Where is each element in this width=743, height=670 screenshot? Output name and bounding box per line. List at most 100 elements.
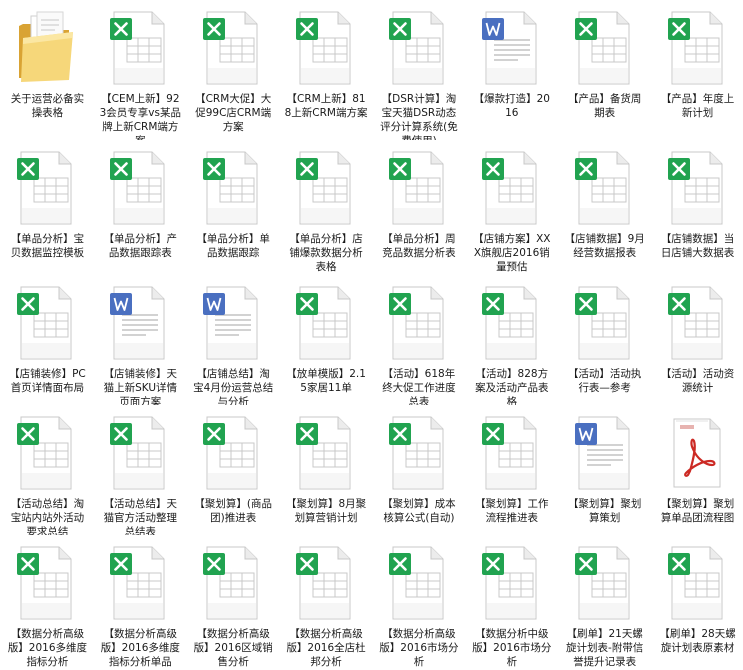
file-name: 【聚划算】(商品团)推进表 [194, 498, 272, 524]
file-name: 【活动总结】淘宝站内站外活动要求总结 [10, 498, 85, 535]
file-item-word[interactable]: 【聚划算】聚划算策划 [557, 405, 650, 535]
file-item-pdf[interactable]: 【聚划算】聚划算单品团流程图 [650, 405, 743, 535]
excel-icon [480, 413, 542, 491]
file-name: 【DSR计算】淘宝天猫DSR动态评分计算系统(免费使用) [380, 93, 458, 140]
file-name: 【数据分析高级版】2016多维度指标分析 [7, 628, 88, 668]
file-item-excel[interactable]: 【单品分析】产品数据跟踪表 [93, 140, 186, 275]
file-item-excel[interactable]: 【店铺数据】当日店铺大数据表 [650, 140, 743, 275]
excel-icon [666, 148, 728, 226]
excel-icon [108, 148, 170, 226]
file-item-excel[interactable]: 【放单模版】2.15家居11单 [279, 275, 372, 405]
file-name: 【刷单】21天螺旋计划表-附带信誉提升记录表 [566, 628, 644, 668]
word-icon [201, 283, 263, 361]
file-name: 【CEM上新】923会员专享vs某品牌上新CRM端方案 [99, 93, 181, 140]
file-item-excel[interactable]: 【数据分析高级版】2016全店杜邦分析 [279, 535, 372, 670]
file-name: 【单品分析】产品数据跟踪表 [103, 233, 178, 259]
file-item-excel[interactable]: 【CRM上新】818上新CRM端方案 [279, 0, 372, 140]
file-item-excel[interactable]: 【单品分析】周竞品数据分析表 [372, 140, 465, 275]
excel-icon [294, 8, 356, 86]
file-item-word[interactable]: 【爆款打造】2016 [464, 0, 557, 140]
file-name: 【数据分析高级版】2016市场分析 [379, 628, 459, 668]
excel-icon [666, 543, 728, 621]
file-item-excel[interactable]: 【店铺数据】9月经营数据报表 [557, 140, 650, 275]
file-name: 【单品分析】周竞品数据分析表 [382, 233, 456, 259]
excel-icon [573, 543, 635, 621]
excel-icon [108, 543, 170, 621]
pdf-icon [666, 413, 728, 491]
file-name: 【数据分析中级版】2016市场分析 [472, 628, 552, 668]
file-name: 【店铺数据】当日店铺大数据表 [660, 233, 735, 259]
file-name: 【店铺数据】9月经营数据报表 [564, 233, 645, 259]
file-name: 【CRM上新】818上新CRM端方案 [284, 93, 368, 119]
file-item-excel[interactable]: 【数据分析高级版】2016多维度指标分析 [0, 535, 93, 670]
file-name: 【活动】828方案及活动产品表格 [475, 368, 549, 405]
file-item-word[interactable]: 【店铺总结】淘宝4月份运营总结与分析 [186, 275, 279, 405]
excel-icon [201, 543, 263, 621]
file-item-excel[interactable]: 【产品】备货周期表 [557, 0, 650, 140]
excel-icon [15, 543, 77, 621]
file-item-excel[interactable]: 【单品分析】宝贝数据监控模板 [0, 140, 93, 275]
file-name: 【店铺方案】XXX旗舰店2016销量预估 [473, 233, 551, 273]
file-name: 【店铺装修】天猫上新SKU详情页面方案 [103, 368, 178, 405]
file-name: 【活动】618年终大促工作进度总表 [382, 368, 456, 405]
file-name: 【爆款打造】2016 [473, 93, 550, 119]
file-item-excel[interactable]: 【聚划算】工作流程推进表 [464, 405, 557, 535]
excel-icon [201, 413, 263, 491]
file-item-folder[interactable]: 关于运营必备实操表格 [0, 0, 93, 140]
excel-icon [201, 148, 263, 226]
file-item-excel[interactable]: 【活动总结】天猫官方活动整理总结表 [93, 405, 186, 535]
file-name: 【活动】活动执行表—参考 [567, 368, 642, 394]
excel-icon [294, 543, 356, 621]
file-item-excel[interactable]: 【刷单】21天螺旋计划表-附带信誉提升记录表 [557, 535, 650, 670]
excel-icon [573, 148, 635, 226]
file-item-excel[interactable]: 【CEM上新】923会员专享vs某品牌上新CRM端方案 [93, 0, 186, 140]
word-icon [480, 8, 542, 86]
file-item-excel[interactable]: 【聚划算】成本核算公式(自动) [372, 405, 465, 535]
file-item-excel[interactable]: 【活动】活动执行表—参考 [557, 275, 650, 405]
file-item-excel[interactable]: 【数据分析高级版】2016多维度指标分析单品 [93, 535, 186, 670]
file-item-excel[interactable]: 【聚划算】8月聚划算营销计划 [279, 405, 372, 535]
excel-icon [294, 148, 356, 226]
file-name: 【数据分析高级版】2016多维度指标分析单品 [100, 628, 180, 668]
file-name: 【活动】活动资源统计 [660, 368, 735, 394]
file-item-excel[interactable]: 【刷单】28天螺旋计划表原素材 [650, 535, 743, 670]
file-item-excel[interactable]: 【数据分析高级版】2016市场分析 [372, 535, 465, 670]
file-item-excel[interactable]: 【CRM大促】大促99C店CRM端方案 [186, 0, 279, 140]
file-item-excel[interactable]: 【聚划算】(商品团)推进表 [186, 405, 279, 535]
excel-icon [15, 148, 77, 226]
excel-icon [387, 8, 449, 86]
file-item-excel[interactable]: 【活动】活动资源统计 [650, 275, 743, 405]
file-item-excel[interactable]: 【单品分析】单品数据跟踪 [186, 140, 279, 275]
file-name: 【店铺装修】PC首页详情面布局 [9, 368, 86, 394]
file-item-excel[interactable]: 【DSR计算】淘宝天猫DSR动态评分计算系统(免费使用) [372, 0, 465, 140]
excel-icon [294, 413, 356, 491]
file-item-excel[interactable]: 【店铺方案】XXX旗舰店2016销量预估 [464, 140, 557, 275]
excel-icon [387, 148, 449, 226]
file-name: 【刷单】28天螺旋计划表原素材 [659, 628, 736, 654]
excel-icon [573, 8, 635, 86]
file-item-excel[interactable]: 【数据分析中级版】2016市场分析 [464, 535, 557, 670]
file-name: 【聚划算】聚划算策划 [567, 498, 642, 524]
word-icon [573, 413, 635, 491]
file-name: 【数据分析高级版】2016全店杜邦分析 [286, 628, 366, 668]
file-item-excel[interactable]: 【产品】年度上新计划 [650, 0, 743, 140]
file-item-excel[interactable]: 【活动】618年终大促工作进度总表 [372, 275, 465, 405]
file-name: 关于运营必备实操表格 [10, 93, 85, 119]
excel-icon [15, 413, 77, 491]
excel-icon [480, 543, 542, 621]
file-item-excel[interactable]: 【单品分析】店铺爆款数据分析表格 [279, 140, 372, 275]
file-item-excel[interactable]: 【活动总结】淘宝站内站外活动要求总结 [0, 405, 93, 535]
word-icon [108, 283, 170, 361]
file-item-word[interactable]: 【店铺装修】天猫上新SKU详情页面方案 [93, 275, 186, 405]
file-name: 【单品分析】宝贝数据监控模板 [10, 233, 85, 259]
excel-icon [15, 283, 77, 361]
file-grid: 关于运营必备实操表格 【CEM上新】923会员专享vs某品牌上新CRM端方案 【… [0, 0, 743, 670]
file-name: 【单品分析】单品数据跟踪 [196, 233, 270, 259]
file-item-excel[interactable]: 【活动】828方案及活动产品表格 [464, 275, 557, 405]
file-item-excel[interactable]: 【数据分析高级版】2016区域销售分析 [186, 535, 279, 670]
file-name: 【放单模版】2.15家居11单 [286, 368, 366, 394]
file-name: 【店铺总结】淘宝4月份运营总结与分析 [193, 368, 274, 405]
excel-icon [108, 8, 170, 86]
file-item-excel[interactable]: 【店铺装修】PC首页详情面布局 [0, 275, 93, 405]
file-name: 【产品】备货周期表 [567, 93, 642, 119]
